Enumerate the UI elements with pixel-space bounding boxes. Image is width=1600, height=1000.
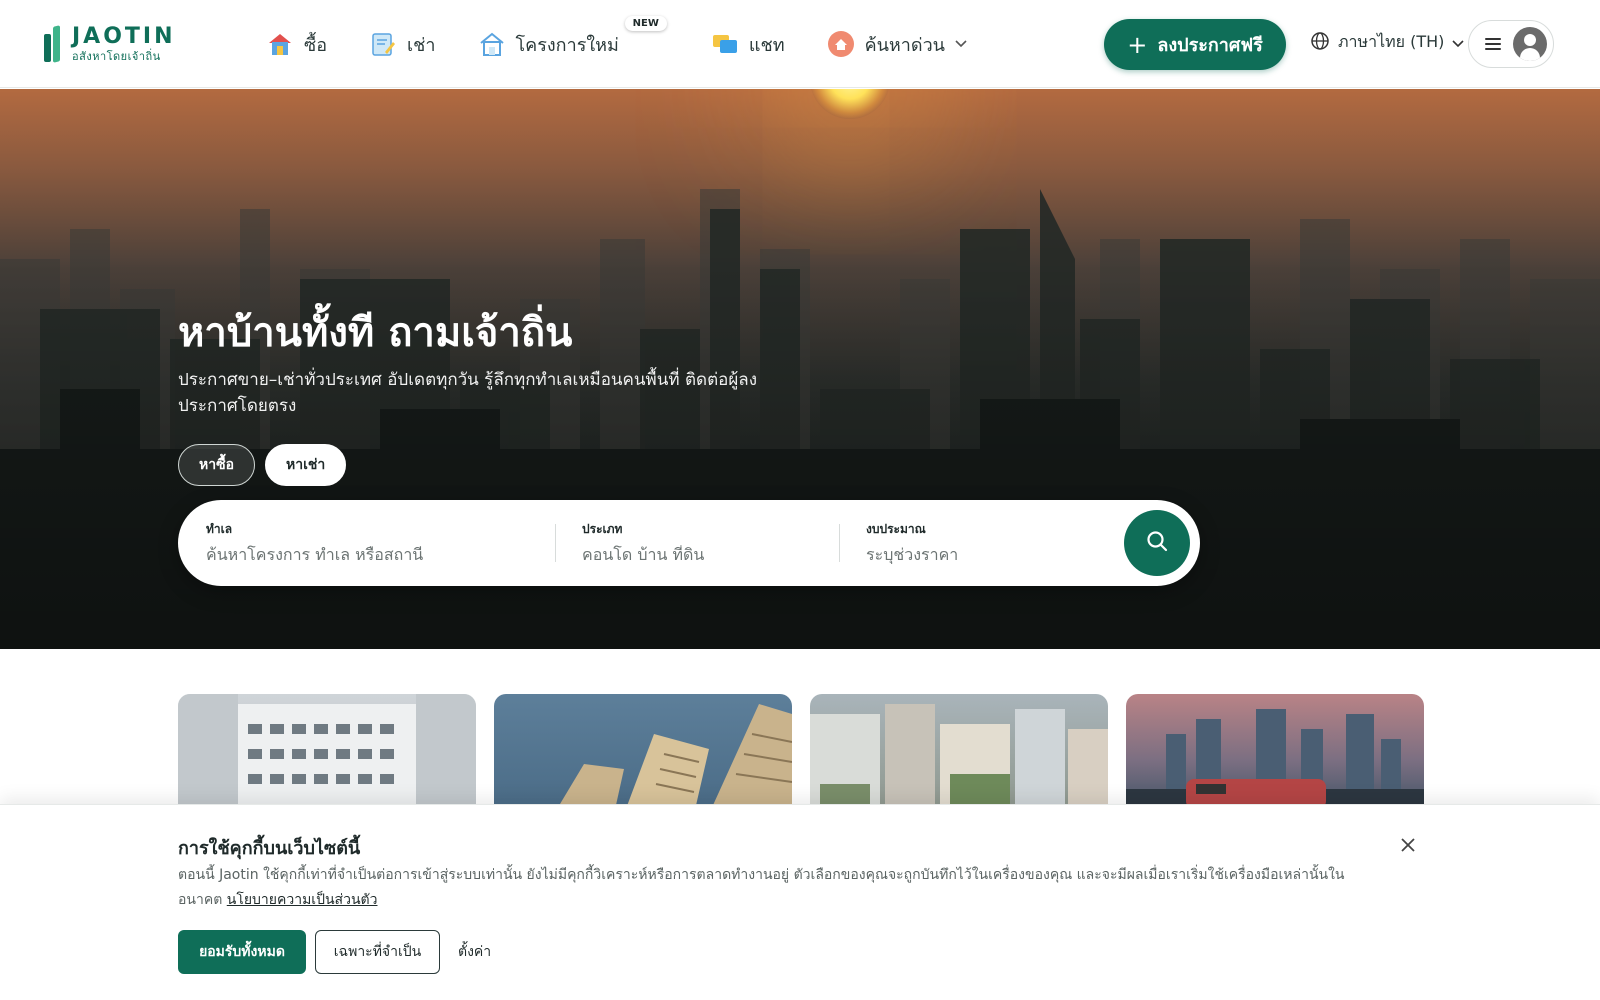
tab-rent[interactable]: หาเช่า: [265, 444, 347, 486]
nav-item-quick-search[interactable]: ค้นหาด่วน: [827, 30, 967, 59]
nav-item-buy[interactable]: ซื้อ: [266, 30, 327, 59]
logo-mark-icon: [44, 24, 64, 64]
highrise-towers-photo[interactable]: [494, 694, 792, 814]
search-icon: [1145, 529, 1169, 557]
nav-label-new-projects: โครงการใหม่: [515, 34, 619, 56]
avatar-icon: [1513, 27, 1547, 61]
search-button[interactable]: [1124, 510, 1190, 576]
nav-label-quick-search: ค้นหาด่วน: [864, 34, 945, 56]
brand-tagline: อสังหาโดยเจ้าถิ่น: [72, 50, 161, 63]
hero-banner: หาบ้านทั้งที ถามเจ้าถิ่น ประกาศขาย–เช่าท…: [0, 89, 1600, 649]
location-field: ทำเล: [206, 520, 506, 564]
tab-buy[interactable]: หาซื้อ: [178, 444, 255, 486]
account-menu-button[interactable]: [1468, 20, 1554, 68]
post-listing-label: ลงประกาศฟรี: [1157, 35, 1263, 56]
cookie-description: ตอนนี้ Jaotin ใช้คุกกี้เท่าที่จำเป็นต่อก…: [178, 863, 1358, 913]
search-bar: ทำเล ประเภท งบประมาณ: [178, 500, 1200, 586]
search-divider: [555, 524, 556, 562]
chevron-down-icon: [955, 37, 967, 51]
nav-item-chat[interactable]: แชท: [711, 30, 785, 59]
search-divider: [839, 524, 840, 562]
skyline-skytrain-photo[interactable]: [1126, 694, 1424, 814]
hero-subtitle: ประกาศขาย–เช่าทั่วประเทศ อัปเดตทุกวัน รู…: [178, 370, 757, 416]
nav-label-chat: แชท: [748, 34, 785, 56]
search-mode-tabs: หาซื้อ หาเช่า: [178, 444, 347, 486]
brand-name: JAOTIN: [72, 24, 176, 49]
plus-icon: +: [1127, 30, 1148, 59]
budget-input[interactable]: [866, 545, 1096, 564]
language-selector[interactable]: ภาษาไทย (TH): [1310, 30, 1464, 55]
cookie-title: การใช้คุกกี้บนเว็บไซต์นี้: [178, 838, 361, 859]
budget-field: งบประมาณ: [866, 520, 1096, 564]
house-buy-icon: [266, 30, 294, 58]
nav-label-rent: เช่า: [407, 34, 436, 56]
new-badge: NEW: [624, 15, 667, 31]
city-rooftops-photo[interactable]: [810, 694, 1108, 814]
quick-search-icon: [827, 30, 855, 58]
language-label: ภาษาไทย (TH): [1338, 32, 1445, 51]
apartment-building-photo[interactable]: [178, 694, 476, 814]
type-field: ประเภท: [582, 520, 822, 564]
nav-item-new-projects[interactable]: โครงการใหม่ NEW: [478, 15, 667, 59]
location-label: ทำเล: [206, 522, 233, 536]
accept-all-button[interactable]: ยอมรับทั้งหมด: [178, 930, 306, 974]
rent-document-icon: [369, 30, 397, 58]
nav-item-rent[interactable]: เช่า: [369, 30, 436, 59]
post-listing-button[interactable]: + ลงประกาศฟรี: [1104, 19, 1286, 70]
necessary-only-button[interactable]: เฉพาะที่จำเป็น: [315, 930, 440, 974]
site-header: JAOTIN อสังหาโดยเจ้าถิ่น ซื้อ เช่า โครงก…: [0, 0, 1600, 88]
privacy-policy-link[interactable]: นโยบายความเป็นส่วนตัว: [227, 892, 378, 908]
new-project-icon: [478, 30, 506, 58]
brand-logo[interactable]: JAOTIN อสังหาโดยเจ้าถิ่น: [44, 24, 176, 64]
featured-cards: [178, 694, 1424, 814]
type-input[interactable]: [582, 545, 822, 564]
chat-bubbles-icon: [711, 30, 739, 58]
hamburger-icon: [1485, 38, 1501, 50]
type-label: ประเภท: [582, 522, 623, 536]
close-icon[interactable]: [1398, 835, 1418, 855]
cookie-banner: การใช้คุกกี้บนเว็บไซต์นี้ ตอนนี้ Jaotin …: [0, 804, 1600, 1000]
main-nav: ซื้อ เช่า โครงการใหม่ NEW แชท ค้นหาด่วน: [266, 0, 1009, 88]
location-input[interactable]: [206, 545, 506, 564]
budget-label: งบประมาณ: [866, 522, 926, 536]
chevron-down-icon: [1452, 33, 1464, 52]
cookie-settings-link[interactable]: ตั้งค่า: [458, 941, 491, 963]
hero-title: หาบ้านทั้งที ถามเจ้าถิ่น: [178, 310, 573, 356]
nav-label-buy: ซื้อ: [304, 34, 328, 56]
globe-icon: [1310, 31, 1330, 55]
